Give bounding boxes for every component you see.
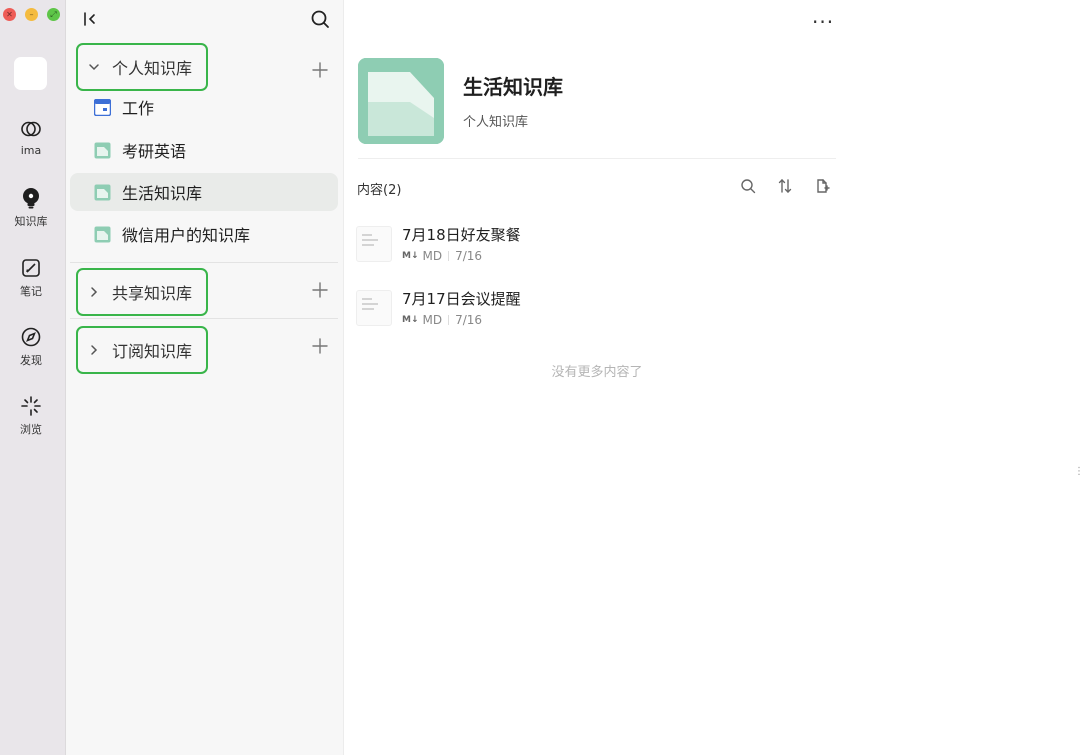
- list-item[interactable]: 7月17日会议提醒 M↓ MD 7/16: [356, 288, 836, 336]
- kb-cover-image: [358, 58, 444, 144]
- ima-logo-icon: [21, 121, 41, 137]
- list-item[interactable]: 7月18日好友聚餐 M↓ MD 7/16: [356, 224, 836, 272]
- add-subscribed-kb-button[interactable]: [312, 338, 328, 354]
- search-icon[interactable]: [310, 9, 330, 29]
- chevron-down-icon: [89, 64, 99, 71]
- search-icon[interactable]: [740, 178, 756, 194]
- divider: [358, 158, 836, 159]
- knowledge-sidebar: 个人知识库 工作 考研英语 生活知识库 微信用户的知识库 共享知识库 订阅知识库: [66, 0, 344, 755]
- compass-icon: [21, 327, 41, 347]
- add-personal-kb-button[interactable]: [312, 62, 328, 78]
- zoom-window-button[interactable]: ⤢: [47, 8, 60, 21]
- content-count-heading: 内容(2): [357, 183, 402, 198]
- add-document-icon[interactable]: [814, 178, 830, 194]
- markdown-icon: M↓: [402, 315, 419, 325]
- sidebar-item-label: 工作: [122, 99, 155, 118]
- page-title: 生活知识库: [463, 75, 563, 99]
- group-shared-kb[interactable]: 共享知识库: [76, 268, 208, 316]
- sidebar-item-label: 微信用户的知识库: [122, 226, 251, 245]
- rail-item-label: 发现: [20, 354, 42, 367]
- group-label: 订阅知识库: [112, 342, 193, 361]
- rail-item-discover[interactable]: 发现: [0, 326, 62, 368]
- doc-thumbnail: [356, 226, 392, 262]
- group-personal-kb[interactable]: 个人知识库: [76, 43, 208, 91]
- markdown-icon: M↓: [402, 251, 419, 261]
- rail-item-label: 浏览: [20, 423, 42, 436]
- left-rail: ✕ – ⤢ ima 知识库 笔记 发现 浏览: [0, 0, 66, 755]
- sidebar-item-wechat-user[interactable]: 微信用户的知识库: [70, 215, 338, 253]
- doc-title: 7月18日好友聚餐: [402, 226, 521, 244]
- rail-item-notes[interactable]: 笔记: [0, 257, 62, 299]
- group-label: 个人知识库: [112, 59, 193, 78]
- avatar[interactable]: [14, 57, 47, 90]
- kb-cover-icon: [94, 142, 111, 158]
- rail-item-label: 笔记: [20, 285, 42, 298]
- minimize-window-button[interactable]: –: [25, 8, 38, 21]
- kb-cover-icon: [94, 226, 111, 242]
- add-shared-kb-button[interactable]: [312, 282, 328, 298]
- sparkle-icon: [21, 396, 41, 416]
- doc-title: 7月17日会议提醒: [402, 290, 521, 308]
- note-edit-icon: [22, 259, 40, 277]
- group-label: 共享知识库: [112, 284, 193, 303]
- collapse-sidebar-icon[interactable]: [82, 10, 100, 28]
- page-subtitle: 个人知识库: [463, 115, 529, 130]
- rail-item-ima[interactable]: ima: [0, 118, 62, 157]
- sidebar-item-english[interactable]: 考研英语: [70, 131, 338, 169]
- rail-item-label: ima: [20, 144, 42, 157]
- window-controls: ✕ – ⤢: [3, 8, 60, 21]
- rail-item-label: 知识库: [14, 215, 48, 228]
- divider: [448, 315, 450, 325]
- chevron-right-icon: [91, 287, 98, 297]
- sidebar-item-label: 考研英语: [122, 142, 187, 161]
- rail-item-knowledge[interactable]: 知识库: [0, 187, 62, 229]
- sidebar-item-life[interactable]: 生活知识库: [70, 173, 338, 211]
- chevron-right-icon: [91, 345, 98, 355]
- doc-date: 7/16: [455, 313, 483, 327]
- kb-cover-icon: [94, 184, 111, 200]
- doc-type: MD: [422, 313, 443, 327]
- kb-detail-panel: ··· 生活知识库 个人知识库 内容(2) 7月18日好友聚餐 M↓ MD 7/…: [344, 0, 850, 755]
- sort-icon[interactable]: [777, 178, 793, 194]
- group-subscribed-kb[interactable]: 订阅知识库: [76, 326, 208, 374]
- more-options-icon[interactable]: ···: [812, 10, 834, 34]
- divider: [448, 251, 450, 261]
- doc-type: MD: [422, 249, 443, 263]
- knowledge-bulb-icon: [23, 188, 39, 209]
- rail-item-browse[interactable]: 浏览: [0, 395, 62, 437]
- kb-cover-art: [358, 58, 444, 144]
- doc-meta: M↓ MD 7/16: [402, 249, 482, 263]
- resize-handle-icon[interactable]: ⋮: [1074, 466, 1080, 477]
- close-window-button[interactable]: ✕: [3, 8, 16, 21]
- divider: [70, 318, 338, 319]
- divider: [70, 262, 338, 263]
- doc-thumbnail: [356, 290, 392, 326]
- sidebar-item-label: 生活知识库: [122, 184, 203, 203]
- sidebar-item-work[interactable]: 工作: [70, 88, 338, 126]
- calendar-icon: [94, 98, 111, 116]
- doc-meta: M↓ MD 7/16: [402, 313, 482, 327]
- end-of-list-text: 没有更多内容了: [551, 365, 643, 380]
- doc-date: 7/16: [455, 249, 483, 263]
